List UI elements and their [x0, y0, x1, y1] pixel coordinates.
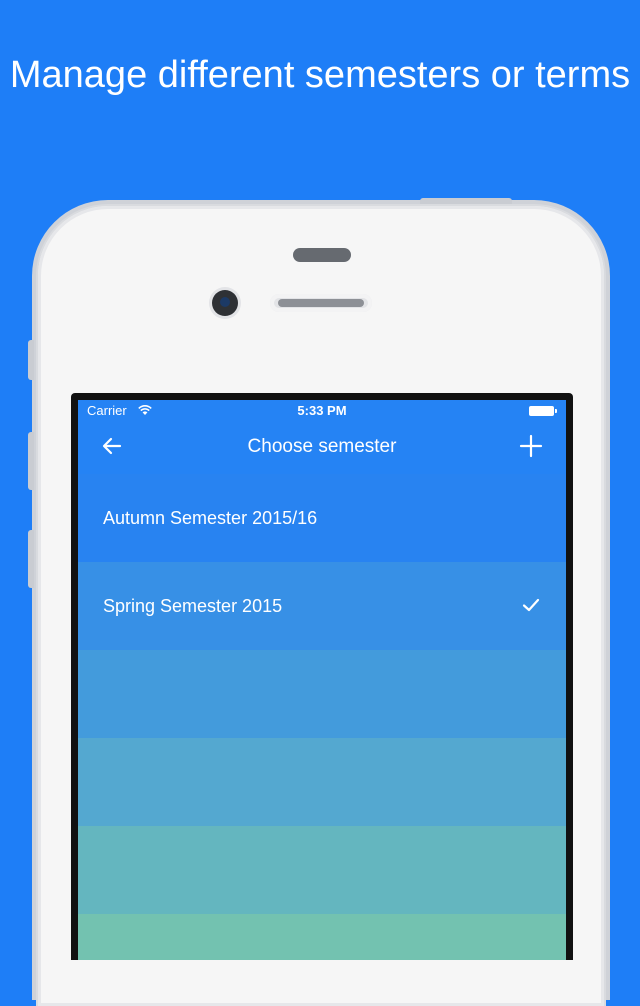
status-bar: Carrier 5:33 PM — [78, 400, 566, 422]
front-camera — [212, 290, 238, 316]
volume-up-button — [28, 432, 34, 490]
empty-row — [78, 650, 566, 738]
semester-row-autumn[interactable]: Autumn Semester 2015/16 — [78, 474, 566, 562]
plus-icon[interactable] — [519, 434, 543, 458]
empty-row — [78, 738, 566, 826]
semester-label: Spring Semester 2015 — [103, 596, 283, 616]
navigation-bar: Choose semester — [78, 422, 566, 474]
mute-switch — [28, 340, 34, 380]
power-button — [420, 198, 512, 204]
headline: Manage different semesters or terms — [9, 54, 631, 96]
phone-screen: Carrier 5:33 PM Choose semester Autumn S… — [78, 400, 566, 960]
volume-down-button — [28, 530, 34, 588]
semester-label: Autumn Semester 2015/16 — [103, 508, 318, 528]
empty-row — [78, 826, 566, 914]
status-time: 5:33 PM — [297, 403, 347, 418]
nav-title: Choose semester — [247, 436, 397, 457]
earpiece-speaker — [270, 294, 372, 312]
battery-icon — [529, 406, 557, 416]
semester-row-spring[interactable]: Spring Semester 2015 — [78, 562, 566, 650]
proximity-sensor — [293, 248, 351, 262]
checkmark-icon — [522, 598, 540, 612]
empty-row — [78, 914, 566, 960]
